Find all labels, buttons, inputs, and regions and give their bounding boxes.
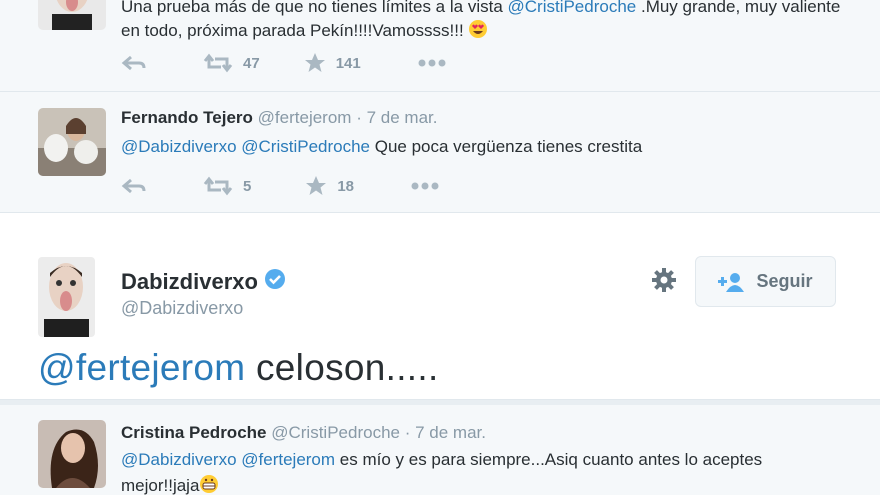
star-icon	[304, 53, 325, 72]
user-handle[interactable]: @Dabizdiverxo	[121, 298, 243, 319]
reply-tweet[interactable]: Cristina Pedroche @CristiPedroche · 7 de…	[0, 400, 880, 495]
retweet-button[interactable]: 5	[203, 176, 251, 196]
timestamp[interactable]: 7 de mar.	[367, 108, 438, 127]
mention-link[interactable]: @Dabizdiverxo	[121, 450, 237, 469]
settings-button[interactable]	[650, 266, 678, 299]
heart-eyes-emoji-icon	[468, 19, 488, 46]
reply-icon	[121, 55, 146, 71]
favorite-button[interactable]: 18	[305, 175, 354, 197]
favorite-count: 141	[335, 54, 361, 72]
more-button[interactable]	[410, 181, 440, 191]
gear-icon	[652, 268, 676, 292]
reply-icon	[121, 178, 146, 194]
mention-link[interactable]: @fertejerom	[38, 347, 245, 388]
mention-link[interactable]: @CristiPedroche	[241, 137, 370, 156]
retweet-count: 47	[243, 54, 260, 72]
retweet-count: 5	[243, 177, 252, 195]
user-name[interactable]: Dabizdiverxo	[121, 268, 286, 296]
tweet-actions: 47 141	[121, 52, 447, 74]
more-button[interactable]	[417, 58, 447, 68]
tweet-text: @fertejerom celoson.....	[38, 347, 439, 388]
mention-link[interactable]: @CristiPedroche	[508, 0, 637, 16]
timestamp[interactable]: 7 de mar.	[415, 423, 486, 442]
reply-button[interactable]	[121, 54, 147, 72]
avatar[interactable]	[38, 108, 106, 176]
verified-badge-icon	[264, 268, 286, 296]
separator: ·	[356, 108, 362, 127]
favorite-button[interactable]: 141	[304, 52, 361, 74]
more-icon	[411, 182, 439, 190]
separator: ·	[404, 423, 411, 442]
tweet-text: @Dabizdiverxo @CristiPedroche Que poca v…	[121, 137, 643, 156]
tweet[interactable]: Fernando Tejero @fertejerom · 7 de mar. …	[0, 92, 880, 213]
mention-link[interactable]: @Dabizdiverxo	[121, 137, 237, 156]
favorite-count: 18	[337, 177, 355, 195]
tweet-header: Fernando Tejero @fertejerom · 7 de mar.	[121, 108, 437, 128]
tweet-header: Cristina Pedroche @CristiPedroche · 7 de…	[121, 423, 486, 443]
user-name[interactable]: Fernando Tejero	[121, 108, 253, 127]
star-icon	[306, 176, 327, 195]
mention-link[interactable]: @fertejerom	[241, 450, 335, 469]
avatar[interactable]	[38, 420, 106, 488]
retweet-button[interactable]: 47	[203, 53, 260, 73]
user-handle[interactable]: @fertejerom	[258, 108, 352, 127]
follow-label: Seguir	[756, 271, 813, 291]
user-name[interactable]: Cristina Pedroche	[121, 423, 267, 442]
add-user-icon	[718, 272, 745, 292]
follow-button[interactable]: Seguir	[695, 256, 836, 307]
tweet[interactable]: Una prueba más de que no tienes límites …	[0, 0, 880, 92]
more-icon	[418, 59, 446, 67]
reply-button[interactable]	[121, 177, 147, 195]
tweet-actions: 5 18	[121, 175, 440, 197]
grinning-emoji-icon	[199, 474, 219, 495]
avatar[interactable]	[38, 257, 95, 337]
expanded-tweet: Dabizdiverxo @Dabizdiverxo Seguir @ferte…	[0, 213, 880, 400]
tweet-text: Una prueba más de que no tienes límites …	[121, 0, 841, 46]
tweet-text: @Dabizdiverxo @fertejerom es mío y es pa…	[121, 447, 841, 495]
user-handle[interactable]: @CristiPedroche	[271, 423, 400, 442]
avatar[interactable]	[38, 0, 106, 30]
retweet-icon	[203, 53, 233, 73]
retweet-icon	[203, 176, 233, 196]
